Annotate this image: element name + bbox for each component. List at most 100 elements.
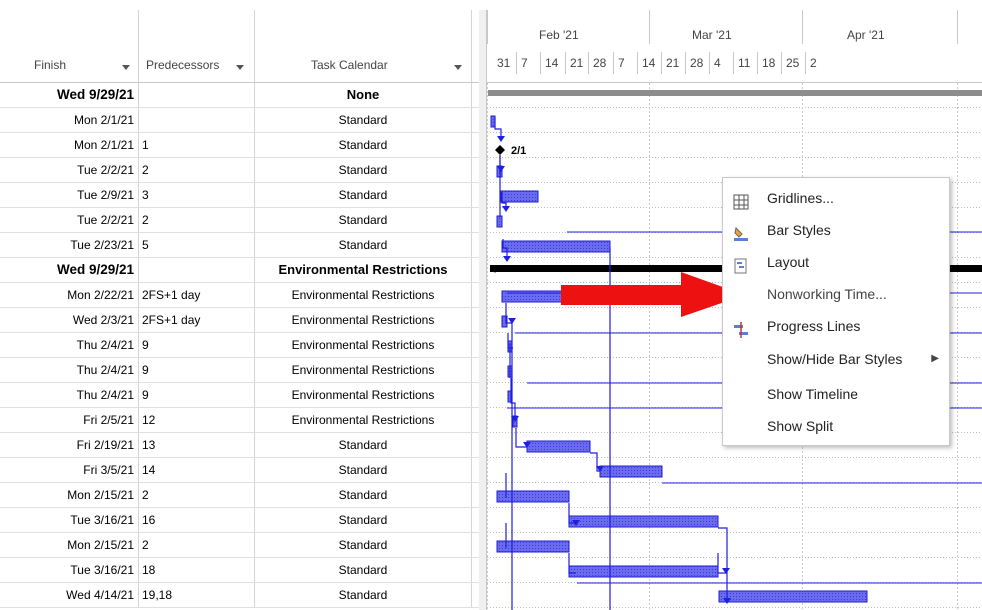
predecessors-cell[interactable]: 16	[139, 508, 255, 532]
task-row[interactable]: Mon 2/15/21 2 Standard	[0, 483, 479, 508]
column-header-finish[interactable]: Finish	[0, 10, 139, 82]
task-row[interactable]: Tue 2/9/21 3 Standard	[0, 183, 479, 208]
finish-cell[interactable]: Wed 9/29/21	[0, 258, 139, 282]
task-row[interactable]: Tue 2/23/21 5 Standard	[0, 233, 479, 258]
menu-item-show-hide-bar-styles[interactable]: Show/Hide Bar Styles ▶	[723, 344, 949, 374]
predecessors-cell[interactable]	[139, 108, 255, 132]
predecessors-cell[interactable]: 3	[139, 183, 255, 207]
finish-cell[interactable]: Mon 2/1/21	[0, 108, 139, 132]
task-calendar-cell[interactable]: Standard	[255, 233, 472, 257]
timescale[interactable]: Feb '21 Mar '21 Apr '21 31 7 14 21 28 7 14 21 28 4 11…	[487, 10, 982, 83]
predecessors-cell[interactable]: 2FS+1 day	[139, 308, 255, 332]
task-calendar-cell[interactable]: Standard	[255, 208, 472, 232]
task-row[interactable]: Thu 2/4/21 9 Environmental Restrictions	[0, 383, 479, 408]
predecessors-cell[interactable]: 13	[139, 433, 255, 457]
task-calendar-cell[interactable]: Standard	[255, 458, 472, 482]
task-row[interactable]: Tue 3/16/21 16 Standard	[0, 508, 479, 533]
task-bar[interactable]	[568, 515, 719, 528]
menu-item-bar-styles[interactable]: Bar Styles	[723, 215, 949, 245]
column-header-predecessors[interactable]: Predecessors	[139, 10, 255, 82]
summary-task-row[interactable]: Wed 9/29/21 Environmental Restrictions	[0, 258, 479, 283]
task-calendar-cell[interactable]: Standard	[255, 158, 472, 182]
predecessors-cell[interactable]: 18	[139, 558, 255, 582]
finish-cell[interactable]: Tue 2/2/21	[0, 158, 139, 182]
finish-cell[interactable]: Mon 2/15/21	[0, 533, 139, 557]
predecessors-cell[interactable]: 12	[139, 408, 255, 432]
milestone-diamond[interactable]	[495, 145, 505, 155]
menu-item-layout[interactable]: Layout	[723, 247, 949, 277]
task-bar[interactable]	[718, 590, 868, 603]
task-calendar-cell[interactable]: Environmental Restrictions	[255, 258, 472, 282]
task-calendar-cell[interactable]: Environmental Restrictions	[255, 283, 472, 307]
finish-cell[interactable]: Thu 2/4/21	[0, 358, 139, 382]
project-summary-bar[interactable]	[488, 90, 982, 96]
menu-item-show-timeline[interactable]: Show Timeline	[723, 379, 949, 409]
task-row[interactable]: Tue 2/2/21 2 Standard	[0, 158, 479, 183]
task-row[interactable]: Mon 2/1/21 Standard	[0, 108, 479, 133]
task-bar[interactable]	[500, 190, 539, 203]
task-bar[interactable]	[496, 490, 570, 503]
summary-task-row[interactable]: Wed 9/29/21 None	[0, 83, 479, 108]
task-calendar-cell[interactable]: Standard	[255, 108, 472, 132]
finish-cell[interactable]: Fri 3/5/21	[0, 458, 139, 482]
task-calendar-cell[interactable]: Environmental Restrictions	[255, 308, 472, 332]
predecessors-cell[interactable]: 2FS+1 day	[139, 283, 255, 307]
menu-item-progress-lines[interactable]: Progress Lines	[723, 311, 949, 341]
task-calendar-cell[interactable]: None	[255, 83, 472, 107]
task-calendar-cell[interactable]: Environmental Restrictions	[255, 333, 472, 357]
finish-cell[interactable]: Wed 9/29/21	[0, 83, 139, 107]
predecessors-cell[interactable]	[139, 83, 255, 107]
task-row[interactable]: Fri 2/5/21 12 Environmental Restrictions	[0, 408, 479, 433]
column-header-task-calendar[interactable]: Task Calendar	[255, 10, 472, 82]
finish-cell[interactable]: Mon 2/22/21	[0, 283, 139, 307]
predecessors-cell[interactable]	[139, 258, 255, 282]
task-bar[interactable]	[568, 565, 719, 578]
finish-cell[interactable]: Thu 2/4/21	[0, 333, 139, 357]
task-bar[interactable]	[496, 215, 503, 228]
finish-cell[interactable]: Thu 2/4/21	[0, 383, 139, 407]
predecessors-cell[interactable]: 9	[139, 383, 255, 407]
menu-item-show-split[interactable]: Show Split	[723, 411, 949, 441]
finish-cell[interactable]: Tue 3/16/21	[0, 508, 139, 532]
predecessors-cell[interactable]: 1	[139, 133, 255, 157]
predecessors-cell[interactable]: 14	[139, 458, 255, 482]
task-bar[interactable]	[501, 240, 611, 253]
predecessors-cell[interactable]: 9	[139, 333, 255, 357]
task-bar[interactable]	[490, 115, 496, 128]
predecessors-cell[interactable]: 5	[139, 233, 255, 257]
task-calendar-cell[interactable]: Environmental Restrictions	[255, 383, 472, 407]
finish-cell[interactable]: Tue 3/16/21	[0, 558, 139, 582]
finish-cell[interactable]: Fri 2/5/21	[0, 408, 139, 432]
task-row[interactable]: Fri 2/19/21 13 Standard	[0, 433, 479, 458]
predecessors-cell[interactable]: 2	[139, 158, 255, 182]
finish-cell[interactable]: Tue 2/9/21	[0, 183, 139, 207]
task-row[interactable]: Wed 2/3/21 2FS+1 day Environmental Restric…	[0, 308, 479, 333]
task-calendar-cell[interactable]: Standard	[255, 533, 472, 557]
finish-cell[interactable]: Fri 2/19/21	[0, 433, 139, 457]
task-row[interactable]: Tue 3/16/21 18 Standard	[0, 558, 479, 583]
menu-item-gridlines[interactable]: Gridlines...	[723, 183, 949, 213]
task-calendar-cell[interactable]: Standard	[255, 133, 472, 157]
task-calendar-cell[interactable]: Standard	[255, 583, 472, 607]
menu-item-nonworking-time[interactable]: Nonworking Time...	[723, 279, 949, 309]
finish-cell[interactable]: Mon 2/15/21	[0, 483, 139, 507]
task-row[interactable]: Mon 2/1/21 1 Standard	[0, 133, 479, 158]
predecessors-cell[interactable]: 9	[139, 358, 255, 382]
task-calendar-cell[interactable]: Standard	[255, 508, 472, 532]
task-row[interactable]: Wed 4/14/21 19,18 Standard	[0, 583, 479, 608]
task-row[interactable]: Mon 2/15/21 2 Standard	[0, 533, 479, 558]
task-calendar-cell[interactable]: Environmental Restrictions	[255, 358, 472, 382]
filter-dropdown-icon[interactable]	[122, 65, 130, 70]
task-row[interactable]: Mon 2/22/21 2FS+1 day Environmental Restri…	[0, 283, 479, 308]
finish-cell[interactable]: Wed 4/14/21	[0, 583, 139, 607]
task-bar[interactable]	[526, 440, 591, 453]
task-calendar-cell[interactable]: Standard	[255, 558, 472, 582]
filter-dropdown-icon[interactable]	[454, 65, 462, 70]
predecessors-cell[interactable]: 2	[139, 208, 255, 232]
task-calendar-cell[interactable]: Standard	[255, 183, 472, 207]
finish-cell[interactable]: Tue 2/23/21	[0, 233, 139, 257]
task-row[interactable]: Thu 2/4/21 9 Environmental Restrictions	[0, 333, 479, 358]
task-bar[interactable]	[496, 540, 570, 553]
task-calendar-cell[interactable]: Standard	[255, 433, 472, 457]
predecessors-cell[interactable]: 2	[139, 533, 255, 557]
